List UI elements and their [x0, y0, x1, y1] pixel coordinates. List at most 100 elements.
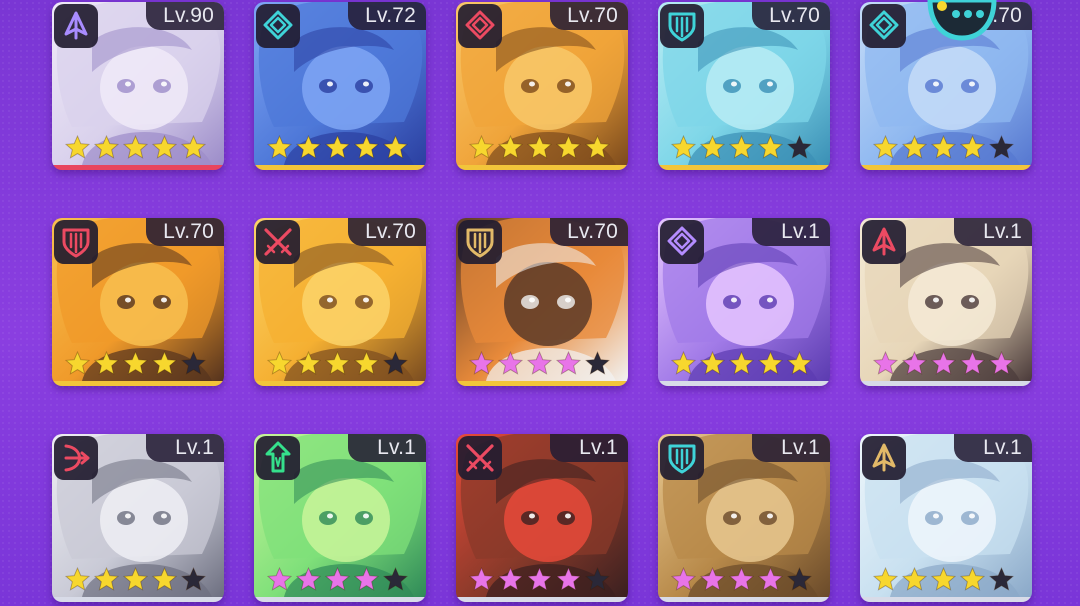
- star-filled-icon: [555, 134, 582, 159]
- star-empty-icon: [180, 566, 207, 591]
- star-filled-icon: [295, 134, 322, 159]
- star-filled-icon: [757, 566, 784, 591]
- character-card[interactable]: Lv.72: [254, 2, 426, 170]
- star-filled-icon: [353, 134, 380, 159]
- level-label: Lv.70: [348, 218, 426, 246]
- star-filled-icon: [526, 566, 553, 591]
- star-rating: [64, 350, 207, 376]
- star-filled-icon: [324, 566, 351, 591]
- star-filled-icon: [872, 566, 899, 591]
- star-filled-icon: [728, 350, 755, 375]
- star-filled-icon: [872, 134, 899, 159]
- star-filled-icon: [353, 350, 380, 375]
- star-rating: [64, 134, 207, 160]
- star-filled-icon: [930, 350, 957, 375]
- star-filled-icon: [468, 350, 495, 375]
- arrow-sigil-icon: [54, 4, 98, 48]
- star-filled-icon: [786, 350, 813, 375]
- star-filled-icon: [64, 134, 91, 159]
- star-filled-icon: [728, 566, 755, 591]
- rarity-border: [52, 597, 224, 602]
- level-label: Lv.1: [348, 434, 426, 462]
- star-filled-icon: [93, 350, 120, 375]
- character-card[interactable]: Lv.70: [254, 218, 426, 386]
- star-filled-icon: [526, 134, 553, 159]
- star-filled-icon: [526, 350, 553, 375]
- star-filled-icon: [555, 566, 582, 591]
- level-label: Lv.1: [954, 434, 1032, 462]
- level-label: Lv.1: [752, 218, 830, 246]
- star-filled-icon: [670, 566, 697, 591]
- star-empty-icon: [584, 350, 611, 375]
- star-rating: [64, 566, 207, 592]
- character-card[interactable]: Lv.90: [52, 2, 224, 170]
- star-rating: [468, 350, 611, 376]
- character-card[interactable]: Lv.1: [860, 434, 1032, 602]
- star-filled-icon: [584, 134, 611, 159]
- star-filled-icon: [988, 350, 1015, 375]
- star-rating: [468, 566, 611, 592]
- star-filled-icon: [151, 350, 178, 375]
- star-filled-icon: [497, 134, 524, 159]
- star-filled-icon: [468, 134, 495, 159]
- character-card[interactable]: Lv.1: [52, 434, 224, 602]
- rarity-border: [254, 381, 426, 386]
- star-filled-icon: [324, 350, 351, 375]
- bow-sigil-icon: [54, 436, 98, 480]
- rarity-border: [254, 597, 426, 602]
- star-filled-icon: [901, 350, 928, 375]
- diamond-sigil-icon: [862, 4, 906, 48]
- level-label: Lv.70: [146, 218, 224, 246]
- star-filled-icon: [901, 134, 928, 159]
- star-filled-icon: [324, 134, 351, 159]
- star-filled-icon: [699, 134, 726, 159]
- star-rating: [872, 350, 1015, 376]
- star-filled-icon: [93, 134, 120, 159]
- star-empty-icon: [382, 566, 409, 591]
- star-filled-icon: [930, 566, 957, 591]
- rarity-border: [456, 381, 628, 386]
- rarity-border: [658, 381, 830, 386]
- shield-sigil-icon: [660, 436, 704, 480]
- star-rating: [266, 350, 409, 376]
- star-filled-icon: [670, 134, 697, 159]
- rarity-border: [860, 381, 1032, 386]
- character-card[interactable]: Lv.1: [254, 434, 426, 602]
- chat-bubble-icon[interactable]: [922, 0, 1000, 44]
- character-card[interactable]: Lv.70: [456, 2, 628, 170]
- level-label: Lv.1: [550, 434, 628, 462]
- star-filled-icon: [959, 566, 986, 591]
- rarity-border: [254, 165, 426, 170]
- character-card[interactable]: Lv.70: [52, 218, 224, 386]
- level-label: Lv.1: [146, 434, 224, 462]
- star-filled-icon: [353, 566, 380, 591]
- character-card[interactable]: Lv.1: [658, 434, 830, 602]
- star-filled-icon: [959, 134, 986, 159]
- character-card[interactable]: Lv.70: [456, 218, 628, 386]
- character-card[interactable]: Lv.70: [658, 2, 830, 170]
- rune-sigil-icon: [256, 436, 300, 480]
- star-filled-icon: [757, 350, 784, 375]
- star-empty-icon: [786, 566, 813, 591]
- rarity-border: [658, 165, 830, 170]
- character-card[interactable]: Lv.1: [860, 218, 1032, 386]
- star-filled-icon: [93, 566, 120, 591]
- star-filled-icon: [670, 350, 697, 375]
- rarity-border: [456, 597, 628, 602]
- star-filled-icon: [64, 350, 91, 375]
- level-label: Lv.1: [954, 218, 1032, 246]
- rarity-border: [52, 381, 224, 386]
- star-filled-icon: [382, 134, 409, 159]
- character-card[interactable]: Lv.1: [658, 218, 830, 386]
- star-filled-icon: [872, 350, 899, 375]
- star-empty-icon: [180, 350, 207, 375]
- rarity-border: [456, 165, 628, 170]
- star-empty-icon: [382, 350, 409, 375]
- diamond-sigil-icon: [256, 4, 300, 48]
- character-card[interactable]: Lv.1: [456, 434, 628, 602]
- level-label: Lv.70: [550, 2, 628, 30]
- star-rating: [670, 134, 813, 160]
- star-filled-icon: [295, 566, 322, 591]
- star-rating: [266, 566, 409, 592]
- star-filled-icon: [468, 566, 495, 591]
